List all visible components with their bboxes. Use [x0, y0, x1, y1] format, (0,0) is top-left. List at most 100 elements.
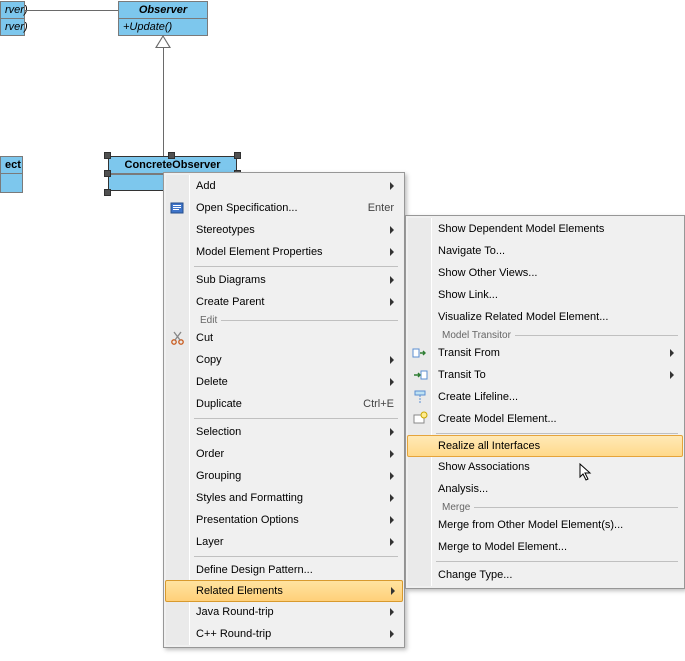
menu-item-selection[interactable]: Selection [166, 421, 402, 443]
resize-handle[interactable] [104, 152, 111, 159]
menu-label: Copy [196, 354, 390, 366]
menu-item-copy[interactable]: Copy [166, 349, 402, 371]
submenu-arrow-icon [670, 349, 674, 357]
lifeline-icon [412, 389, 428, 405]
menu-item-styles-formatting[interactable]: Styles and Formatting [166, 487, 402, 509]
menu-label: Merge from Other Model Element(s)... [438, 519, 674, 531]
submenu-arrow-icon [390, 608, 394, 616]
menu-item-define-design-pattern[interactable]: Define Design Pattern... [166, 559, 402, 581]
submenu-arrow-icon [390, 226, 394, 234]
submenu-arrow-icon [390, 182, 394, 190]
menu-item-show-link[interactable]: Show Link... [408, 284, 682, 306]
menu-label: Define Design Pattern... [196, 564, 394, 576]
menu-item-show-associations[interactable]: Show Associations [408, 456, 682, 478]
submenu-arrow-icon [390, 276, 394, 284]
menu-label: Model Element Properties [196, 246, 390, 258]
menu-item-create-model-element[interactable]: Create Model Element... [408, 408, 682, 430]
menu-label: Layer [196, 536, 390, 548]
menu-label: Order [196, 448, 390, 460]
menu-label: Analysis... [438, 483, 674, 495]
uml-section [1, 174, 22, 192]
menu-label: Realize all Interfaces [438, 440, 675, 452]
menu-item-create-parent[interactable]: Create Parent [166, 291, 402, 313]
uml-class-fragment-ect[interactable]: ect [0, 156, 23, 193]
menu-shortcut: Enter [348, 202, 394, 214]
menu-label: Show Associations [438, 461, 674, 473]
menu-label: Selection [196, 426, 390, 438]
menu-item-model-element-properties[interactable]: Model Element Properties [166, 241, 402, 263]
uml-class-observer[interactable]: Observer +Update() [118, 1, 208, 36]
menu-label: Create Parent [196, 296, 390, 308]
menu-item-duplicate[interactable]: Duplicate Ctrl+E [166, 393, 402, 415]
menu-item-merge-to[interactable]: Merge to Model Element... [408, 536, 682, 558]
uml-text: rver) [1, 18, 24, 35]
submenu-arrow-icon [390, 248, 394, 256]
submenu-arrow-icon [390, 538, 394, 546]
menu-item-cut[interactable]: Cut [166, 327, 402, 349]
submenu-arrow-icon [390, 298, 394, 306]
uml-class-title: ect [1, 157, 22, 174]
menu-group-edit: Edit [194, 313, 402, 327]
uml-interface-fragment[interactable]: rver) rver) [0, 1, 25, 36]
resize-handle[interactable] [104, 170, 111, 177]
menu-item-open-specification[interactable]: Open Specification... Enter [166, 197, 402, 219]
menu-item-sub-diagrams[interactable]: Sub Diagrams [166, 269, 402, 291]
resize-handle[interactable] [168, 152, 175, 159]
transit-from-icon [412, 345, 428, 361]
context-menu-primary: Add Open Specification... Enter Stereoty… [163, 172, 405, 648]
menu-item-visualize-related[interactable]: Visualize Related Model Element... [408, 306, 682, 328]
menu-item-grouping[interactable]: Grouping [166, 465, 402, 487]
submenu-arrow-icon [390, 472, 394, 480]
menu-label: Navigate To... [438, 245, 674, 257]
menu-label: Transit From [438, 347, 670, 359]
submenu-arrow-icon [670, 371, 674, 379]
menu-label: Styles and Formatting [196, 492, 390, 504]
menu-item-navigate-to[interactable]: Navigate To... [408, 240, 682, 262]
menu-label: Create Model Element... [438, 413, 674, 425]
menu-item-create-lifeline[interactable]: Create Lifeline... [408, 386, 682, 408]
create-element-icon [412, 411, 428, 427]
menu-group-text: Model Transitor [442, 330, 511, 341]
menu-item-stereotypes[interactable]: Stereotypes [166, 219, 402, 241]
menu-item-show-dependent[interactable]: Show Dependent Model Elements [408, 218, 682, 240]
menu-item-merge-from[interactable]: Merge from Other Model Element(s)... [408, 514, 682, 536]
menu-item-realize-all-interfaces[interactable]: Realize all Interfaces [407, 435, 683, 457]
menu-item-analysis[interactable]: Analysis... [408, 478, 682, 500]
menu-label: Sub Diagrams [196, 274, 390, 286]
submenu-arrow-icon [390, 630, 394, 638]
uml-method: +Update() [119, 19, 207, 35]
resize-handle[interactable] [104, 189, 111, 196]
menu-item-transit-to[interactable]: Transit To [408, 364, 682, 386]
menu-label: Change Type... [438, 569, 674, 581]
menu-item-cpp-round-trip[interactable]: C++ Round-trip [166, 623, 402, 645]
submenu-arrow-icon [390, 516, 394, 524]
menu-item-transit-from[interactable]: Transit From [408, 342, 682, 364]
menu-item-add[interactable]: Add [166, 175, 402, 197]
menu-label: Merge to Model Element... [438, 541, 674, 553]
menu-item-layer[interactable]: Layer [166, 531, 402, 553]
menu-group-model-transitor: Model Transitor [436, 328, 682, 342]
menu-item-presentation-options[interactable]: Presentation Options [166, 509, 402, 531]
menu-group-merge: Merge [436, 500, 682, 514]
menu-item-order[interactable]: Order [166, 443, 402, 465]
menu-item-change-type[interactable]: Change Type... [408, 564, 682, 586]
submenu-arrow-icon [390, 494, 394, 502]
uml-association-line [25, 10, 118, 11]
menu-label: Grouping [196, 470, 390, 482]
menu-item-delete[interactable]: Delete [166, 371, 402, 393]
uml-class-title: Observer [119, 2, 207, 19]
menu-label: Show Other Views... [438, 267, 674, 279]
submenu-arrow-icon [390, 378, 394, 386]
menu-label: Create Lifeline... [438, 391, 674, 403]
menu-label: Add [196, 180, 390, 192]
menu-item-show-other-views[interactable]: Show Other Views... [408, 262, 682, 284]
resize-handle[interactable] [234, 152, 241, 159]
menu-group-text: Merge [442, 502, 470, 513]
menu-label: C++ Round-trip [196, 628, 390, 640]
transit-to-icon [412, 367, 428, 383]
context-submenu-related-elements: Show Dependent Model Elements Navigate T… [405, 215, 685, 589]
menu-item-related-elements[interactable]: Related Elements [165, 580, 403, 602]
menu-item-java-round-trip[interactable]: Java Round-trip [166, 601, 402, 623]
cut-icon [170, 330, 186, 346]
submenu-arrow-icon [391, 587, 395, 595]
